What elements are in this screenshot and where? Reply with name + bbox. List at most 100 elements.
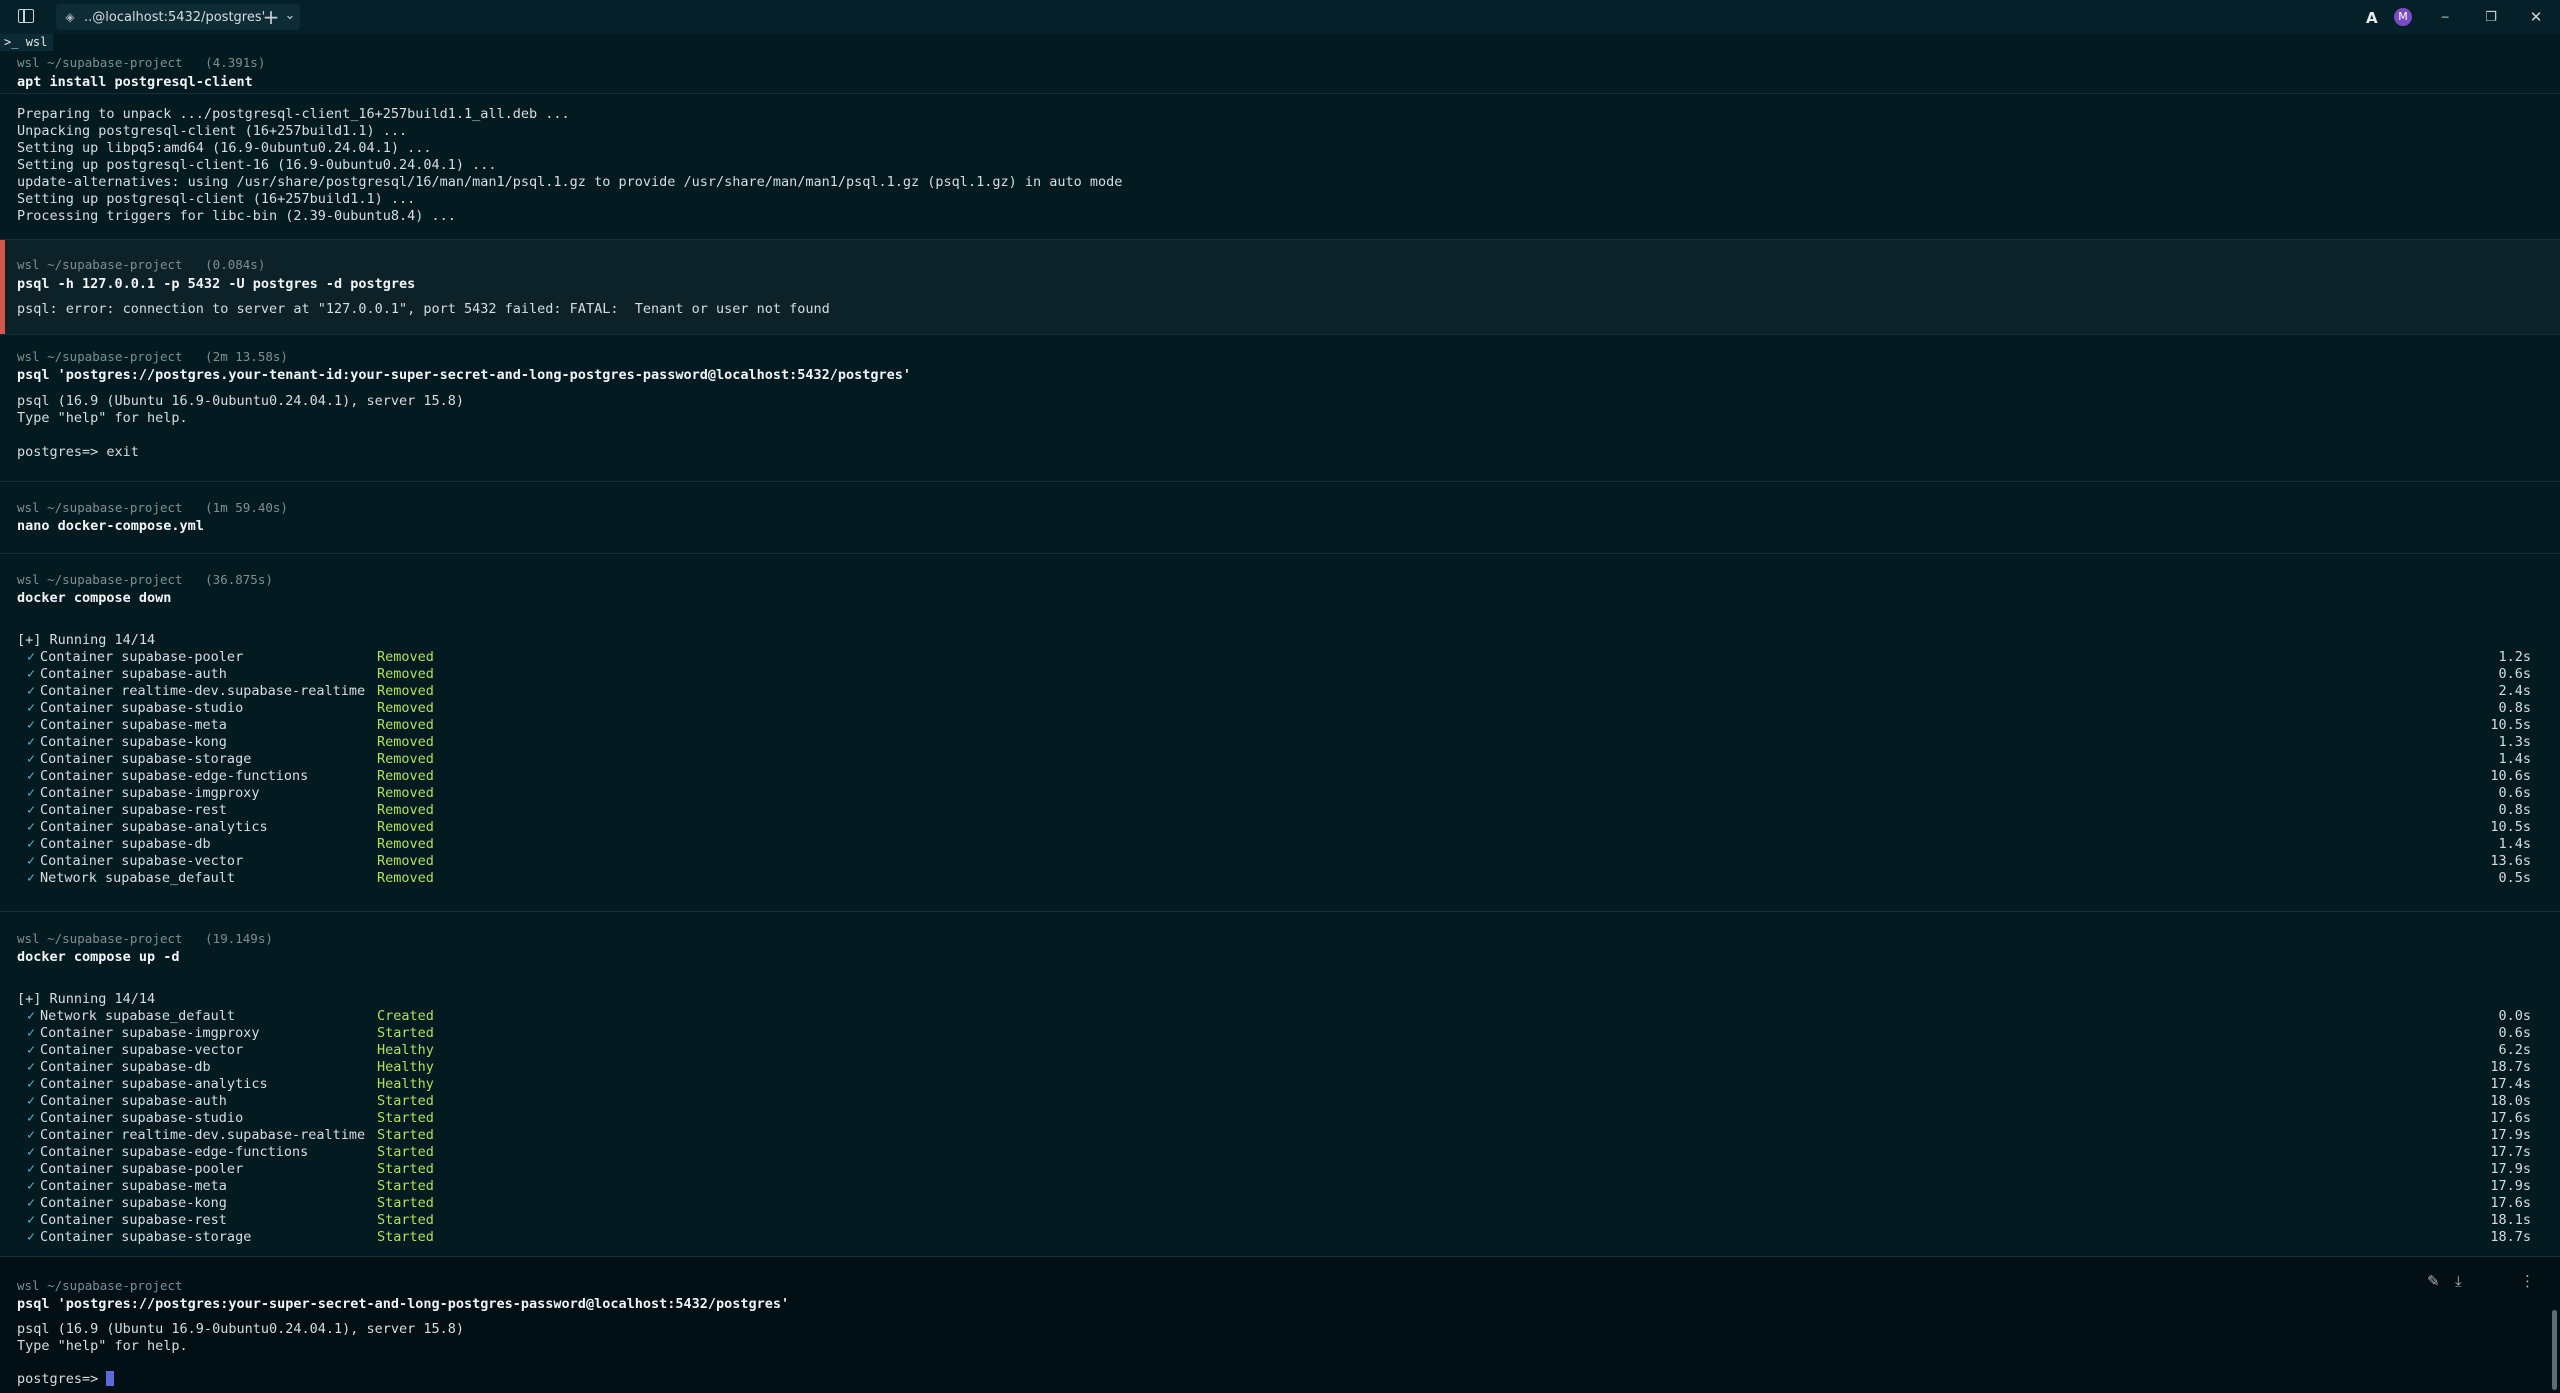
- container-row: ✓ Network supabase_default Created 0.0s: [0, 1008, 2560, 1025]
- container-name: Network supabase_default: [40, 870, 236, 886]
- container-time: 0.6s: [2498, 1025, 2531, 1041]
- container-time: 18.7s: [2490, 1229, 2531, 1245]
- container-time: 1.2s: [2498, 649, 2531, 665]
- container-status: Started: [377, 1229, 434, 1245]
- command-block-active[interactable]: wsl ~/supabase-project psql 'postgres://…: [0, 1256, 2560, 1393]
- sidebar-toggle-icon[interactable]: [18, 9, 34, 23]
- input-prompt[interactable]: postgres=>: [17, 1371, 115, 1388]
- container-row: ✓ Container supabase-pooler Removed 1.2s: [0, 649, 2560, 666]
- running-status: [+] Running 14/14: [17, 632, 156, 648]
- container-name: Network supabase_default: [40, 1008, 236, 1024]
- check-icon: ✓: [27, 683, 36, 699]
- text-cursor: [106, 1371, 115, 1386]
- container-time: 0.6s: [2498, 785, 2531, 801]
- tab-dropdown-icon[interactable]: ⌄: [283, 4, 297, 26]
- container-row: ✓ Container supabase-analytics Removed 10.5…: [0, 819, 2560, 836]
- container-status: Started: [377, 1212, 434, 1228]
- container-name: Container supabase-studio: [40, 700, 244, 716]
- container-status: Started: [377, 1110, 434, 1126]
- close-button[interactable]: ✕: [2513, 0, 2559, 34]
- container-name: Container supabase-kong: [40, 734, 227, 750]
- command-block[interactable]: wsl ~/supabase-project (19.149s) docker …: [0, 911, 2560, 1257]
- output-line: postgres=> exit: [17, 444, 139, 460]
- container-status: Removed: [377, 700, 434, 716]
- container-status: Removed: [377, 768, 434, 784]
- minimize-button[interactable]: ─: [2422, 0, 2468, 34]
- container-status: Removed: [377, 853, 434, 869]
- container-status: Removed: [377, 649, 434, 665]
- output-line: psql (16.9 (Ubuntu 16.9-0ubuntu0.24.04.1…: [17, 1321, 465, 1337]
- output-line: Type "help" for help.: [17, 410, 188, 426]
- download-icon[interactable]: ⤓: [2455, 1272, 2462, 1290]
- more-options-icon[interactable]: ⋮: [2520, 1272, 2535, 1290]
- container-row: ✓ Container supabase-auth Started 18.0s: [0, 1093, 2560, 1110]
- check-icon: ✓: [27, 751, 36, 767]
- container-name: Container supabase-imgproxy: [40, 1025, 260, 1041]
- command-block[interactable]: wsl ~/supabase-project (2m 13.58s) psql …: [0, 334, 2560, 482]
- container-row: ✓ Container supabase-db Removed 1.4s: [0, 836, 2560, 853]
- container-name: Container supabase-imgproxy: [40, 785, 260, 801]
- avatar[interactable]: M: [2394, 8, 2412, 26]
- block-header: wsl ~/supabase-project (19.149s): [17, 931, 273, 946]
- container-name: Container supabase-vector: [40, 1042, 244, 1058]
- output-line: psql (16.9 (Ubuntu 16.9-0ubuntu0.24.04.1…: [17, 393, 465, 409]
- running-status: [+] Running 14/14: [17, 991, 156, 1007]
- container-row: ✓ Container supabase-auth Removed 0.6s: [0, 666, 2560, 683]
- check-icon: ✓: [27, 1178, 36, 1194]
- output-line: Setting up postgresql-client-16 (16.9-0u…: [17, 157, 497, 173]
- container-time: 0.8s: [2498, 700, 2531, 716]
- container-time: 6.2s: [2498, 1042, 2531, 1058]
- container-name: Container supabase-vector: [40, 853, 244, 869]
- avatar-initial: M: [2398, 10, 2408, 23]
- container-name: Container supabase-auth: [40, 1093, 227, 1109]
- terminal-tab-icon: ◈: [65, 10, 75, 24]
- container-name: Container supabase-rest: [40, 1212, 227, 1228]
- command-block[interactable]: wsl ~/supabase-project (4.391s) apt inst…: [0, 48, 2560, 251]
- container-status: Removed: [377, 870, 434, 886]
- block-command: psql 'postgres://postgres.your-tenant-id…: [17, 367, 912, 383]
- container-row: ✓ Container supabase-storage Started 18.7s: [0, 1229, 2560, 1246]
- container-name: Container supabase-pooler: [40, 649, 244, 665]
- container-time: 17.7s: [2490, 1144, 2531, 1160]
- container-row: ✓ Container supabase-studio Started 17.6s: [0, 1110, 2560, 1127]
- check-icon: ✓: [27, 649, 36, 665]
- command-block[interactable]: wsl ~/supabase-project (1m 59.40s) nano …: [0, 481, 2560, 554]
- container-name: Container supabase-meta: [40, 1178, 227, 1194]
- check-icon: ✓: [27, 836, 36, 852]
- terminal-output[interactable]: wsl ~/supabase-project (4.391s) apt inst…: [0, 34, 2560, 1393]
- check-icon: ✓: [27, 1144, 36, 1160]
- container-status: Healthy: [377, 1042, 434, 1058]
- output-line: update-alternatives: using /usr/share/po…: [17, 174, 1123, 190]
- command-block-error[interactable]: wsl ~/supabase-project (0.084s) psql -h …: [0, 239, 2560, 334]
- container-time: 13.6s: [2490, 853, 2531, 869]
- container-row: ✓ Container supabase-storage Removed 1.4s: [0, 751, 2560, 768]
- container-status: Started: [377, 1025, 434, 1041]
- container-row: ✓ Container supabase-meta Started 17.9s: [0, 1178, 2560, 1195]
- block-header: wsl ~/supabase-project (2m 13.58s): [17, 349, 288, 364]
- warp-ai-icon[interactable]: A: [2366, 9, 2378, 27]
- container-row: ✓ Container supabase-kong Removed 1.3s: [0, 734, 2560, 751]
- check-icon: ✓: [27, 1110, 36, 1126]
- output-line: Preparing to unpack .../postgresql-clien…: [17, 106, 570, 122]
- command-block[interactable]: wsl ~/supabase-project (36.875s) docker …: [0, 553, 2560, 912]
- container-name: Container supabase-storage: [40, 1229, 252, 1245]
- container-name: Container supabase-studio: [40, 1110, 244, 1126]
- check-icon: ✓: [27, 1093, 36, 1109]
- check-icon: ✓: [27, 1025, 36, 1041]
- container-time: 17.9s: [2490, 1161, 2531, 1177]
- container-time: 10.5s: [2490, 819, 2531, 835]
- check-icon: ✓: [27, 768, 36, 784]
- maximize-button[interactable]: ❐: [2468, 0, 2514, 34]
- scrollbar[interactable]: [2552, 1310, 2557, 1390]
- container-time: 10.6s: [2490, 768, 2531, 784]
- container-name: Container supabase-kong: [40, 1195, 227, 1211]
- new-tab-button[interactable]: +: [262, 5, 280, 29]
- pin-icon[interactable]: ✎: [2427, 1272, 2440, 1290]
- container-status: Started: [377, 1127, 434, 1143]
- container-row: ✓ Container supabase-studio Removed 0.8s: [0, 700, 2560, 717]
- container-name: Container realtime-dev.supabase-realtime: [40, 683, 366, 699]
- container-status: Removed: [377, 819, 434, 835]
- container-status: Healthy: [377, 1076, 434, 1092]
- container-time: 18.7s: [2490, 1059, 2531, 1075]
- container-status: Removed: [377, 802, 434, 818]
